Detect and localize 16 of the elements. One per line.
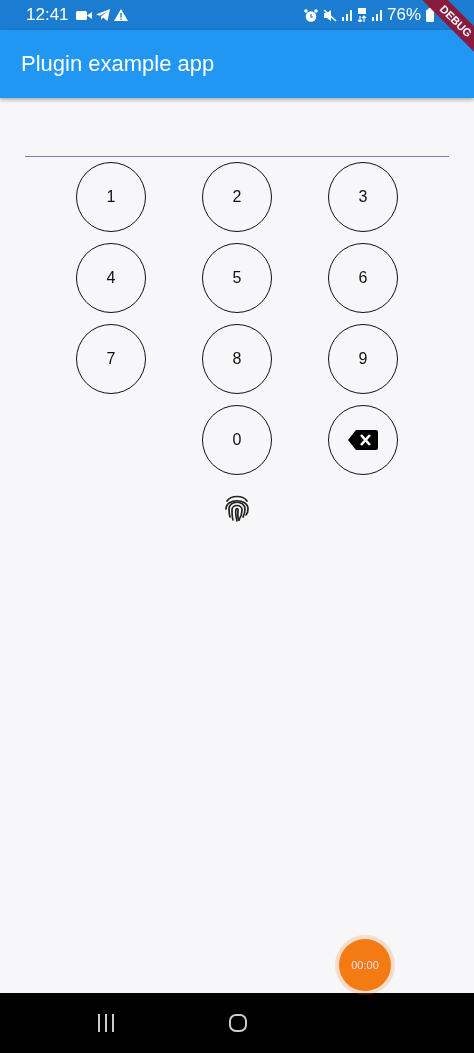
signal-icon xyxy=(371,9,382,21)
signal-icon xyxy=(341,9,352,21)
battery-percent: 76% xyxy=(386,5,421,25)
backspace-icon xyxy=(348,430,378,450)
recent-apps-icon xyxy=(96,1014,116,1032)
mute-icon xyxy=(322,8,337,22)
status-time: 12:41 xyxy=(26,5,69,25)
app-title: Plugin example app xyxy=(21,51,215,77)
warning-icon xyxy=(113,9,128,21)
paper-plane-icon xyxy=(95,9,110,21)
home-icon xyxy=(228,1013,248,1033)
battery-icon xyxy=(426,8,434,22)
alarm-clock-icon xyxy=(303,8,318,22)
fingerprint-icon xyxy=(223,493,251,523)
video-camera-icon xyxy=(75,9,92,21)
fingerprint-button[interactable] xyxy=(223,493,251,523)
